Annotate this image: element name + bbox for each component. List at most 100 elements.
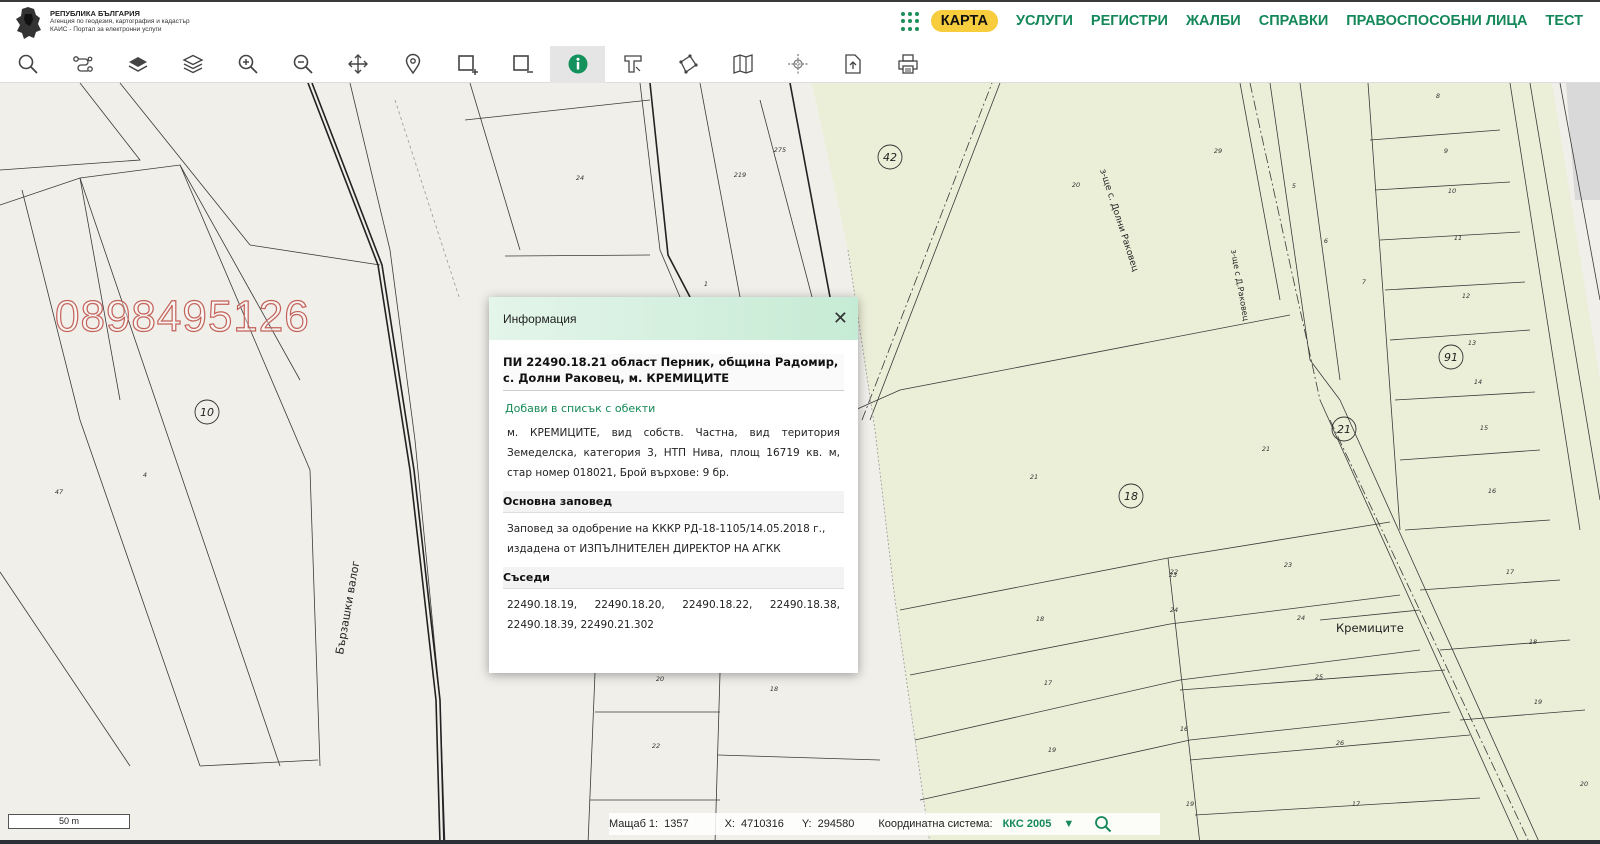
zoom-out-tool[interactable] <box>275 46 330 83</box>
layers-icon <box>181 54 204 74</box>
svg-text:1: 1 <box>704 280 708 288</box>
svg-text:13: 13 <box>1468 339 1476 347</box>
svg-text:18: 18 <box>770 685 778 693</box>
print-icon <box>897 54 918 74</box>
svg-text:21: 21 <box>1262 445 1270 453</box>
apps-grid-icon[interactable] <box>900 11 921 31</box>
y-value: 294580 <box>817 818 855 830</box>
export-icon <box>844 54 861 74</box>
coordinates-tool[interactable] <box>770 46 825 83</box>
map-book-tool[interactable] <box>715 46 770 83</box>
search-tool[interactable] <box>0 46 55 83</box>
scale-bar-label: 50 m <box>58 816 79 826</box>
select-remove-tool[interactable] <box>495 46 550 83</box>
x-value: 4710316 <box>741 818 784 830</box>
svg-text:12: 12 <box>1462 292 1470 300</box>
add-to-list-link[interactable]: Добави в списък с обекти <box>503 391 844 423</box>
svg-text:20: 20 <box>656 675 664 683</box>
scale-label: Мащаб 1: <box>609 818 659 830</box>
logo-line-3: КАИС - Портал за електронни услуги <box>50 26 162 33</box>
block-42-label: 42 <box>883 151 897 164</box>
svg-text:29: 29 <box>1214 147 1222 155</box>
main-nav: КАРТА УСЛУГИ РЕГИСТРИ ЖАЛБИ СПРАВКИ ПРАВ… <box>900 10 1592 32</box>
nav-item-test[interactable]: ТЕСТ <box>1546 13 1584 29</box>
logo-line-1: РЕПУБЛИКА БЪЛГАРИЯ <box>50 9 140 18</box>
block-21-label: 21 <box>1337 423 1351 436</box>
svg-text:18: 18 <box>1036 615 1044 623</box>
location-tool[interactable] <box>385 46 440 83</box>
parcel-details: м. КРЕМИЦИТЕ, вид собств. Частна, вид те… <box>507 427 840 479</box>
svg-text:22: 22 <box>652 742 660 750</box>
nav-item-complaints[interactable]: ЖАЛБИ <box>1186 13 1241 29</box>
nav-item-licensed-persons[interactable]: ПРАВОСПОСОБНИ ЛИЦА <box>1346 13 1527 29</box>
polygon-tool[interactable] <box>660 46 715 83</box>
neighbor-link[interactable]: 22490.18.39, 22490.21.302 <box>507 615 840 635</box>
route-tool[interactable] <box>55 46 110 83</box>
select-remove-icon <box>512 55 533 73</box>
svg-text:18: 18 <box>1529 638 1537 646</box>
header: РЕПУБЛИКА БЪЛГАРИЯ Агенция по геодезия, … <box>0 0 1600 46</box>
layer-tool[interactable] <box>110 46 165 83</box>
place-label-kremitsite: Кремиците <box>1336 621 1404 635</box>
nav-item-registers[interactable]: РЕГИСТРИ <box>1091 13 1168 29</box>
street-label-barzashki: Бързашки валог <box>333 559 362 655</box>
svg-text:17: 17 <box>1506 568 1515 576</box>
svg-text:6: 6 <box>1324 237 1328 245</box>
print-tool[interactable] <box>880 46 935 83</box>
polygon-icon <box>678 54 698 74</box>
neighbor-link[interactable]: 22490.18.20, <box>595 595 665 615</box>
coat-of-arms-icon <box>16 7 41 39</box>
select-add-icon <box>457 55 478 75</box>
popup-title: Информация <box>503 311 577 326</box>
svg-text:47: 47 <box>55 488 64 496</box>
svg-text:16: 16 <box>1488 487 1496 495</box>
chevron-down-icon[interactable]: ▼ <box>1063 818 1074 830</box>
page: РЕПУБЛИКА БЪЛГАРИЯ Агенция по геодезия, … <box>0 0 1600 844</box>
nav-item-reports[interactable]: СПРАВКИ <box>1259 13 1329 29</box>
neighbor-link[interactable]: 22490.18.19, <box>507 595 577 615</box>
nav-item-map[interactable]: КАРТА <box>930 10 998 32</box>
map-book-icon <box>732 54 753 74</box>
svg-text:10: 10 <box>1448 187 1456 195</box>
logo[interactable]: РЕПУБЛИКА БЪЛГАРИЯ Агенция по геодезия, … <box>14 6 190 40</box>
svg-text:14: 14 <box>1474 378 1482 386</box>
scale-bar: 50 m <box>8 814 130 829</box>
svg-text:4: 4 <box>143 471 147 479</box>
neighbor-link[interactable]: 22490.18.22, <box>682 595 752 615</box>
svg-text:9: 9 <box>1444 147 1448 155</box>
nav-item-services[interactable]: УСЛУГИ <box>1016 13 1073 29</box>
svg-text:19: 19 <box>1186 800 1194 808</box>
layer-icon <box>128 57 147 72</box>
svg-text:23: 23 <box>1169 571 1177 579</box>
pan-tool[interactable] <box>330 46 385 83</box>
select-add-tool[interactable] <box>440 46 495 83</box>
svg-text:24: 24 <box>1170 606 1178 614</box>
svg-text:23: 23 <box>1284 561 1292 569</box>
parcel-heading: ПИ 22490.18.21 област Перник, община Рад… <box>503 354 844 391</box>
svg-text:19: 19 <box>1048 746 1056 754</box>
block-91-label: 91 <box>1444 351 1458 364</box>
neighbors-list: 22490.18.19, 22490.18.20, 22490.18.22, 2… <box>503 589 844 639</box>
search-icon[interactable] <box>1094 815 1112 833</box>
bottom-strip <box>0 840 1600 844</box>
zoom-in-tool[interactable] <box>220 46 275 83</box>
search-icon <box>18 54 38 74</box>
close-icon[interactable]: ✕ <box>833 309 848 328</box>
zoom-out-icon <box>293 54 313 74</box>
zoom-in-icon <box>238 54 258 74</box>
neighbors-section-heading: Съседи <box>503 567 844 589</box>
svg-text:26: 26 <box>1336 739 1344 747</box>
info-popup: Информация ✕ ПИ 22490.18.21 област Перни… <box>489 297 858 673</box>
info-tool[interactable] <box>550 45 605 83</box>
neighbor-link[interactable]: 22490.18.38, <box>770 595 840 615</box>
coordinate-system-value[interactable]: ККС 2005 <box>1003 818 1052 830</box>
scale-value: 1357 <box>664 818 689 830</box>
svg-text:17: 17 <box>1044 679 1053 687</box>
svg-text:16: 16 <box>1180 725 1188 733</box>
watermark-phone: 0898495126 <box>54 291 310 341</box>
measure-tool[interactable] <box>605 46 660 83</box>
layers-tool[interactable] <box>165 46 220 83</box>
coordinates-icon <box>787 54 808 74</box>
svg-text:15: 15 <box>1480 424 1488 432</box>
export-tool[interactable] <box>825 46 880 83</box>
